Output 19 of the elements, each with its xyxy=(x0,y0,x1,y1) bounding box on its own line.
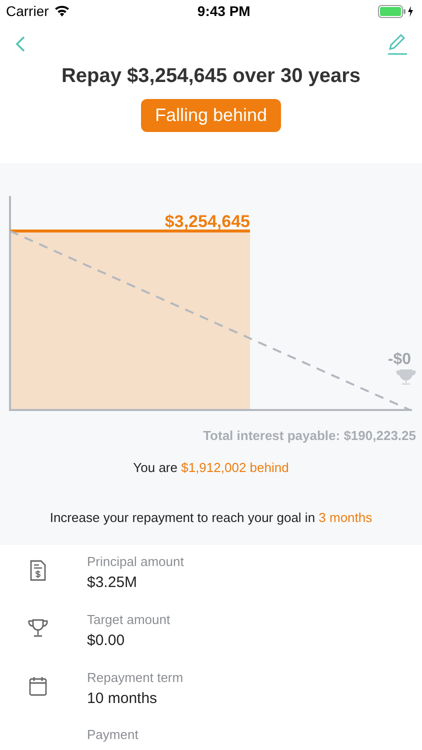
total-interest-text: Total interest payable: $190,223.25 xyxy=(203,427,417,445)
amount-label: $3,254,645 xyxy=(164,212,250,231)
advice-text: Increase your repayment to reach your goal in 3 months xyxy=(50,509,372,527)
detail-label: Target amount xyxy=(87,611,170,629)
detail-label: Repayment term xyxy=(87,669,184,687)
goal-label: -$0 xyxy=(388,351,411,368)
detail-label: Principal amount xyxy=(87,553,184,571)
detail-value: $0.00 xyxy=(87,631,126,651)
trophy-icon xyxy=(396,370,416,384)
carrier-label: Carrier xyxy=(6,2,49,20)
clock-time: 9:43 PM xyxy=(197,2,250,20)
status-badge: Falling behind xyxy=(140,99,282,132)
detail-value: $3.25M xyxy=(87,573,138,593)
detail-value: 10 months xyxy=(87,689,158,709)
wifi-icon xyxy=(54,5,70,17)
behind-amount-text: You are $1,912,002 behind xyxy=(133,458,289,476)
page-title: Repay $3,254,645 over 30 years xyxy=(60,64,362,88)
battery-icon xyxy=(378,4,416,18)
detail-label: Payment xyxy=(87,726,138,744)
